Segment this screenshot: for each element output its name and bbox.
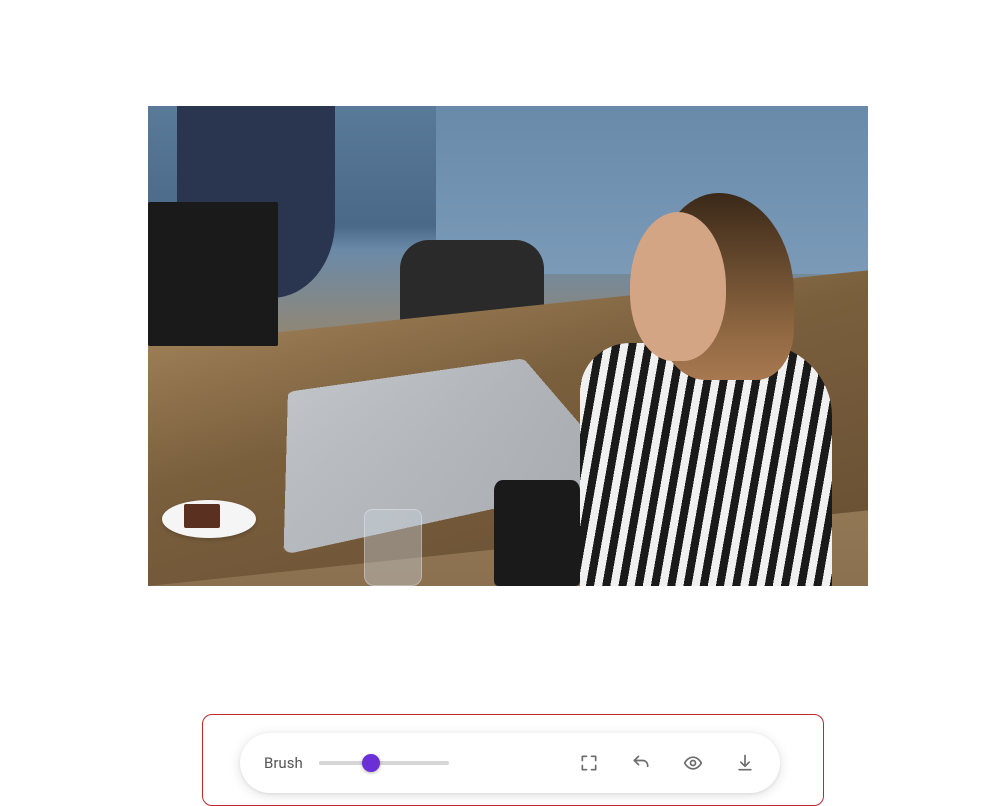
scene-person-head (630, 212, 726, 362)
undo-icon (631, 753, 651, 773)
scene-camera (494, 480, 580, 586)
fullscreen-icon (579, 753, 599, 773)
photo-scene (148, 106, 868, 586)
undo-button[interactable] (630, 752, 652, 774)
editor-toolbar: Brush (240, 733, 780, 793)
brush-control: Brush (264, 753, 449, 773)
eye-icon (683, 753, 703, 773)
editor-image[interactable] (148, 106, 868, 586)
download-icon (735, 753, 755, 773)
brush-label: Brush (264, 754, 303, 772)
scene-monitor (148, 202, 278, 346)
fullscreen-button[interactable] (578, 752, 600, 774)
download-button[interactable] (734, 752, 756, 774)
scene-glass (364, 509, 422, 586)
slider-track (319, 761, 449, 765)
scene-cake (184, 504, 220, 528)
preview-button[interactable] (682, 752, 704, 774)
slider-thumb[interactable] (362, 754, 380, 772)
toolbar-actions (578, 752, 756, 774)
brush-size-slider[interactable] (319, 753, 449, 773)
